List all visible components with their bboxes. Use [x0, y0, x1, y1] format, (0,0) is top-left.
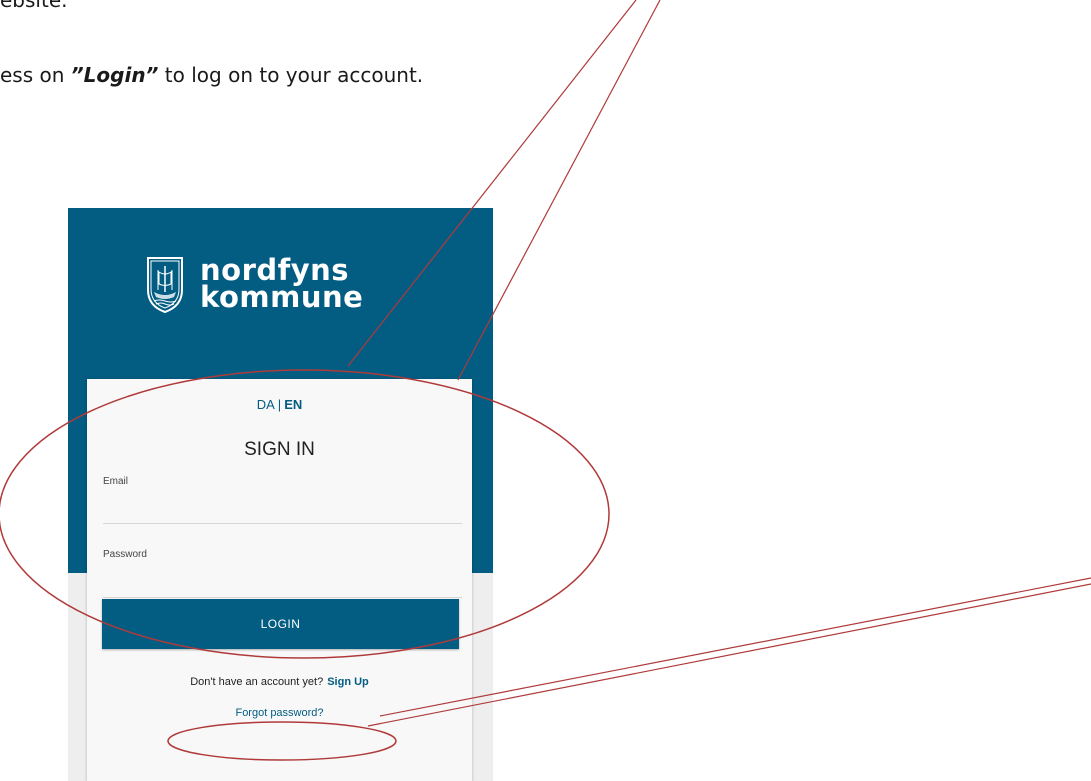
language-switcher: DA | EN — [87, 397, 472, 412]
language-en-link[interactable]: EN — [284, 397, 302, 412]
language-da-link[interactable]: DA — [257, 397, 275, 412]
instruction-text-2: ess on ”Login” to log on to your account… — [0, 63, 423, 87]
instruction-text-1-content: ebsite. — [0, 0, 68, 12]
signup-prompt-text: Don't have an account yet? — [190, 676, 324, 688]
instruction-text-1: ebsite. — [0, 0, 67, 12]
page-title: SIGN IN — [244, 439, 315, 460]
password-field[interactable] — [103, 571, 462, 598]
login-card: DA | EN SIGN IN Email Password LOGIN Don't… — [87, 379, 472, 781]
crest-icon — [147, 257, 183, 314]
signup-prompt: Don't have an account yet? Sign Up — [87, 676, 472, 688]
brand-name: nordfyns kommune — [200, 256, 364, 314]
instruction-prefix: ess on — [0, 63, 71, 87]
login-screenshot: nordfyns kommune DA | EN SIGN IN Email Pas… — [68, 208, 493, 781]
brand-logo: nordfyns kommune — [144, 254, 363, 314]
brand-line-2: kommune — [200, 280, 364, 314]
email-label: Email — [103, 476, 129, 487]
password-label: Password — [103, 549, 147, 560]
email-field[interactable] — [103, 497, 462, 524]
document-page: ebsite. ess on ”Login” to log on to your… — [0, 0, 1091, 781]
login-button[interactable]: LOGIN — [102, 599, 459, 649]
signup-link[interactable]: Sign Up — [327, 676, 369, 688]
instruction-suffix: to log on to your account. — [158, 63, 424, 87]
forgot-password-link[interactable]: Forgot password? — [87, 707, 472, 719]
language-separator: | — [277, 397, 282, 412]
instruction-emphasis: ”Login” — [70, 63, 159, 87]
